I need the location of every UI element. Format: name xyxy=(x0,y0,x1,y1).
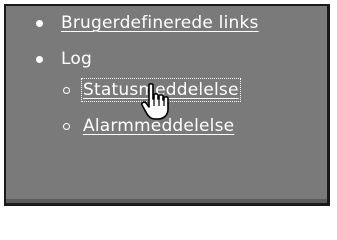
bullet-circle-icon xyxy=(63,123,70,130)
bullet-disc-icon xyxy=(36,56,43,63)
bullet-disc-icon xyxy=(36,20,43,27)
hand-pointer-icon xyxy=(141,83,169,120)
brugerdefinerede-links-link[interactable]: Brugerdefinerede links xyxy=(61,13,259,33)
bullet-circle-icon xyxy=(63,87,70,94)
log-label: Log xyxy=(61,49,92,69)
panel-bottom-edge xyxy=(6,199,327,203)
